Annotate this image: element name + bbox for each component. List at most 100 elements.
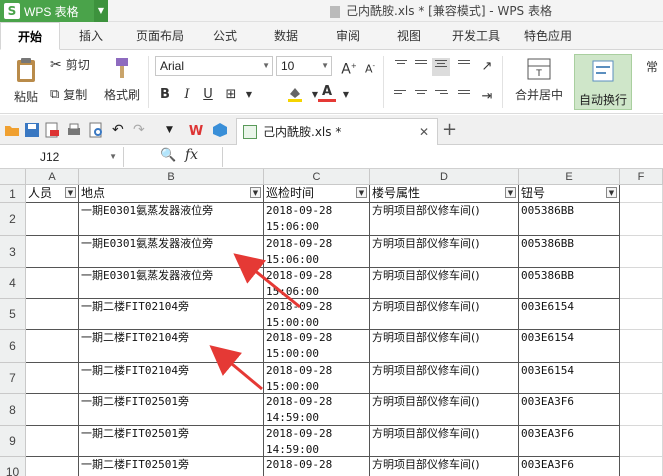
font-color-icon[interactable]: A [318, 83, 336, 102]
empty-cell[interactable] [620, 457, 663, 476]
column-header-f[interactable]: F [620, 169, 663, 185]
time-cell[interactable]: 2018-09-28 15:06:00 [264, 203, 370, 236]
time-cell[interactable]: 2018-09-28 14:59:00 [264, 394, 370, 426]
close-icon[interactable]: ✕ [419, 119, 429, 145]
person-cell[interactable] [26, 236, 79, 268]
bold-icon[interactable]: B [156, 86, 174, 104]
open-folder-icon[interactable] [4, 122, 20, 138]
cut-button[interactable]: ✂ 剪切 [50, 56, 90, 73]
row-header[interactable]: 1 [0, 185, 26, 203]
chevron-down-icon[interactable]: ▼ [337, 86, 355, 104]
distributed-icon[interactable] [455, 88, 473, 106]
column-header-a[interactable]: A [26, 169, 79, 185]
button-id-cell[interactable]: 005386BB [519, 268, 620, 299]
button-id-cell[interactable]: 003EA3F6 [519, 457, 620, 476]
row-header[interactable]: 7 [0, 363, 26, 394]
underline-icon[interactable]: U [199, 86, 217, 104]
location-cell[interactable]: 一期E0301氨蒸发器液位旁 [79, 236, 264, 268]
location-cell[interactable]: 一期二楼FIT02104旁 [79, 363, 264, 394]
align-left-icon[interactable] [392, 88, 410, 106]
header-cell-inspection-time[interactable]: 巡检时间 ▼ [264, 185, 370, 203]
justify-icon[interactable] [455, 58, 473, 76]
align-right-icon[interactable] [432, 88, 450, 106]
align-center-icon[interactable] [412, 88, 430, 106]
person-cell[interactable] [26, 363, 79, 394]
insert-function-icon[interactable]: fx [185, 147, 198, 163]
export-pdf-icon[interactable] [44, 122, 60, 138]
new-tab-icon[interactable]: + [442, 119, 457, 140]
building-cell[interactable]: 方明项目部仪修车间() [370, 426, 519, 457]
time-cell[interactable]: 2018-09-28 15:06:00 [264, 236, 370, 268]
empty-cell[interactable] [620, 203, 663, 236]
time-cell[interactable]: 2018-09-28 15:00:00 [264, 330, 370, 363]
location-cell[interactable]: 一期二楼FIT02501旁 [79, 394, 264, 426]
button-id-cell[interactable]: 003E6154 [519, 363, 620, 394]
building-cell[interactable]: 方明项目部仪修车间() [370, 203, 519, 236]
wrap-text-button[interactable]: 自动换行 [574, 54, 632, 110]
header-cell-location[interactable]: 地点 ▼ [79, 185, 264, 203]
button-id-cell[interactable]: 003E6154 [519, 299, 620, 330]
person-cell[interactable] [26, 394, 79, 426]
tab-page-layout[interactable]: 页面布局 [128, 22, 192, 50]
redo-icon[interactable]: ↷ [133, 122, 149, 138]
header-cell-button-id[interactable]: 钮号 ▼ [519, 185, 620, 203]
print-icon[interactable] [66, 122, 82, 138]
row-header[interactable]: 4 [0, 268, 26, 299]
location-cell[interactable]: 一期E0301氨蒸发器液位旁 [79, 203, 264, 236]
decrease-font-icon[interactable]: A- [361, 57, 379, 76]
button-id-cell[interactable]: 005386BB [519, 236, 620, 268]
time-cell[interactable]: 2018-09-28 [264, 457, 370, 476]
building-cell[interactable]: 方明项目部仪修车间() [370, 330, 519, 363]
filter-dropdown-icon[interactable]: ▼ [505, 187, 516, 198]
cube-icon[interactable] [212, 122, 228, 138]
wps-w-icon[interactable]: W [188, 122, 204, 138]
person-cell[interactable] [26, 426, 79, 457]
building-cell[interactable]: 方明项目部仪修车间() [370, 363, 519, 394]
customize-chevron-icon[interactable]: ▼ [166, 122, 182, 138]
align-middle-icon[interactable] [412, 58, 430, 76]
tab-special[interactable]: 特色应用 [516, 22, 580, 50]
row-header[interactable]: 3 [0, 236, 26, 268]
header-cell-building-attr[interactable]: 楼号属性 ▼ [370, 185, 519, 203]
column-header-d[interactable]: D [370, 169, 519, 185]
empty-cell[interactable] [620, 236, 663, 268]
undo-icon[interactable]: ↶ [112, 122, 128, 138]
time-cell[interactable]: 2018-09-28 15:00:00 [264, 299, 370, 330]
building-cell[interactable]: 方明项目部仪修车间() [370, 268, 519, 299]
font-name-select[interactable]: Arial ▼ [155, 56, 273, 76]
save-icon[interactable] [24, 122, 40, 138]
filter-dropdown-icon[interactable]: ▼ [250, 187, 261, 198]
button-id-cell[interactable]: 005386BB [519, 203, 620, 236]
column-header-c[interactable]: C [264, 169, 370, 185]
building-cell[interactable]: 方明项目部仪修车间() [370, 457, 519, 476]
name-box[interactable]: J12 ▼ [0, 147, 124, 167]
filter-dropdown-icon[interactable]: ▼ [65, 187, 76, 198]
indent-icon[interactable]: ⇥ [478, 88, 496, 106]
row-header[interactable]: 9 [0, 426, 26, 457]
empty-cell[interactable] [620, 330, 663, 363]
merge-center-button[interactable]: T 合并居中 [508, 56, 570, 108]
formula-input[interactable] [222, 147, 663, 167]
building-cell[interactable]: 方明项目部仪修车间() [370, 236, 519, 268]
filter-dropdown-icon[interactable]: ▼ [606, 187, 617, 198]
time-cell[interactable]: 2018-09-28 15:06:00 [264, 268, 370, 299]
location-cell[interactable]: 一期二楼FIT02104旁 [79, 330, 264, 363]
fill-color-icon[interactable] [286, 85, 304, 103]
print-preview-icon[interactable] [88, 122, 104, 138]
tab-formulas[interactable]: 公式 [203, 22, 247, 50]
header-cell-person[interactable]: 人员 ▼ [26, 185, 79, 203]
time-cell[interactable]: 2018-09-28 14:59:00 [264, 426, 370, 457]
row-header[interactable]: 6 [0, 330, 26, 363]
italic-icon[interactable]: I [178, 86, 196, 104]
column-header-e[interactable]: E [519, 169, 620, 185]
empty-cell[interactable] [620, 394, 663, 426]
row-header[interactable]: 8 [0, 394, 26, 426]
copy-button[interactable]: ⧉ 复制 [50, 86, 87, 103]
time-cell[interactable]: 2018-09-28 15:00:00 [264, 363, 370, 394]
overflow-label[interactable]: 常 [646, 58, 658, 75]
tab-review[interactable]: 审阅 [326, 22, 370, 50]
document-tab[interactable]: 己内酰胺.xls * ✕ [236, 118, 438, 145]
location-cell[interactable]: 一期二楼FIT02501旁 [79, 426, 264, 457]
row-header[interactable]: 2 [0, 203, 26, 236]
empty-cell[interactable] [620, 185, 663, 203]
